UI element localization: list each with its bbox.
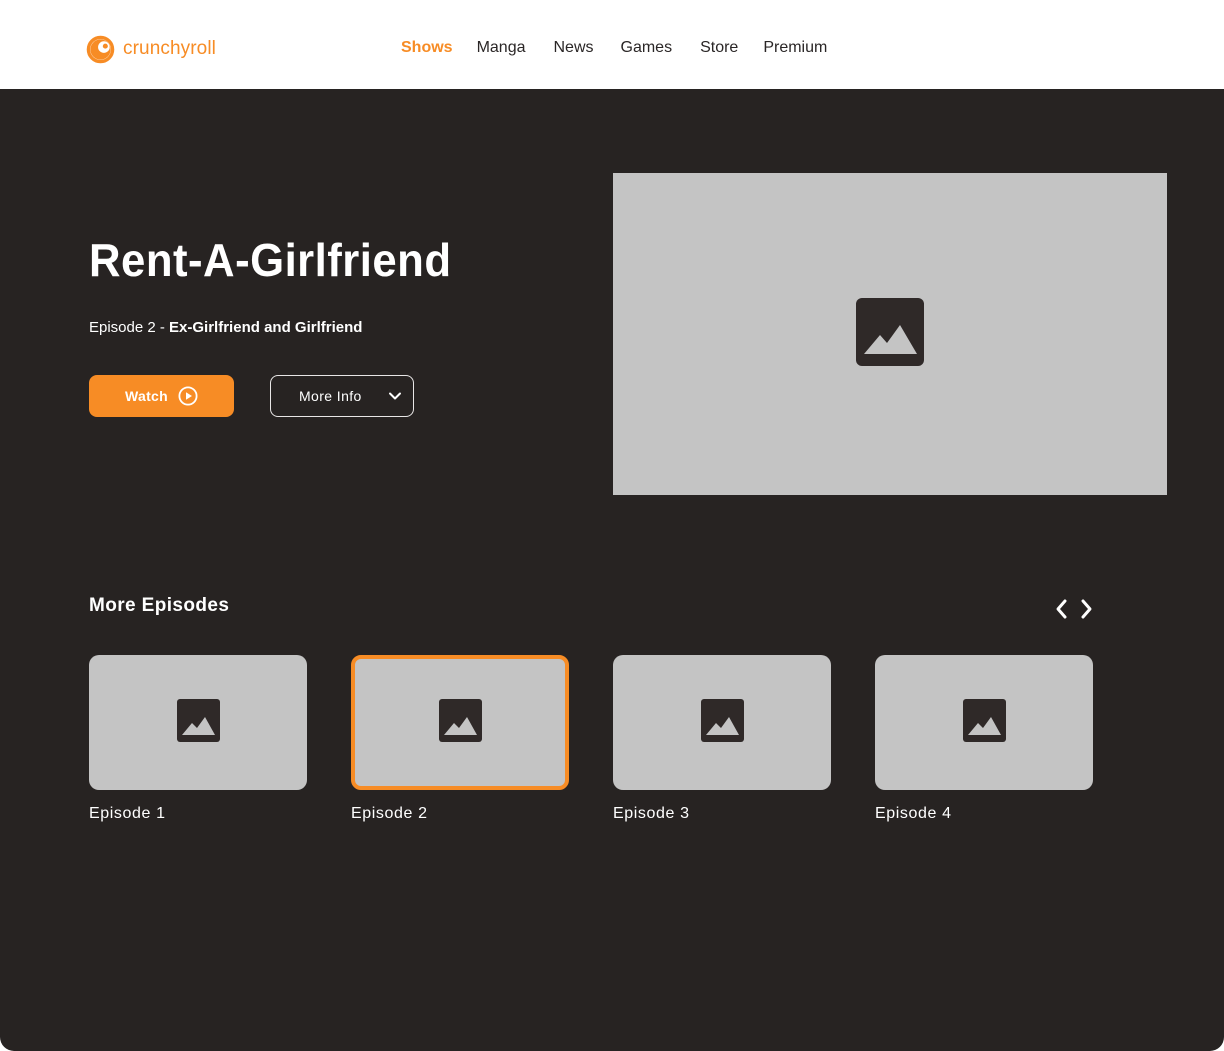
- episode-card-1[interactable]: Episode 1: [89, 655, 307, 824]
- main-nav: Shows Manga News Games Store Premium: [401, 38, 827, 58]
- nav-item-manga[interactable]: Manga: [477, 38, 526, 58]
- episode-label: Episode 3: [613, 805, 690, 822]
- episode-thumbnail[interactable]: [89, 655, 307, 790]
- episode-number: Episode 2 -: [89, 319, 170, 336]
- episodes-next-button[interactable]: [1078, 599, 1096, 623]
- more-episodes-heading: More Episodes: [89, 595, 230, 616]
- more-info-label: More Info: [299, 388, 362, 404]
- nav-item-shows[interactable]: Shows: [401, 38, 453, 58]
- episode-thumbnail[interactable]: [351, 655, 569, 790]
- crunchyroll-logo[interactable]: crunchyroll: [86, 34, 216, 64]
- current-episode-info: Episode 2 - Ex-Girlfriend and Girlfriend: [89, 318, 362, 338]
- more-info-button[interactable]: More Info: [270, 375, 414, 417]
- episodes-prev-button[interactable]: [1052, 599, 1070, 623]
- image-placeholder-icon: [438, 698, 482, 747]
- crunchyroll-logo-icon: [86, 35, 115, 64]
- play-circle-icon: [178, 386, 198, 406]
- episode-title: Ex-Girlfriend and Girlfriend: [169, 319, 363, 336]
- nav-item-games[interactable]: Games: [621, 38, 673, 58]
- image-placeholder-icon: [176, 698, 220, 747]
- app-root: crunchyroll Shows Manga News Games Store…: [0, 0, 1224, 1051]
- nav-item-news[interactable]: News: [553, 38, 593, 58]
- main-content: Rent-A-Girlfriend Episode 2 - Ex-Girlfri…: [0, 89, 1224, 1051]
- episode-card-2[interactable]: Episode 2: [351, 655, 569, 824]
- chevron-down-icon: [388, 390, 402, 402]
- episode-card-3[interactable]: Episode 3: [613, 655, 831, 824]
- episode-card-4[interactable]: Episode 4: [875, 655, 1093, 824]
- show-title: Rent-A-Girlfriend: [89, 234, 452, 286]
- logo-wordmark: crunchyroll: [123, 38, 216, 59]
- image-placeholder-icon: [962, 698, 1006, 747]
- top-navigation-bar: crunchyroll Shows Manga News Games Store…: [0, 0, 1224, 89]
- episode-thumbnail[interactable]: [875, 655, 1093, 790]
- chevron-right-icon: [1080, 598, 1094, 625]
- image-placeholder-icon: [856, 297, 924, 371]
- watch-button[interactable]: Watch: [89, 375, 234, 417]
- hero-image[interactable]: [613, 173, 1167, 495]
- nav-item-premium[interactable]: Premium: [763, 38, 827, 58]
- image-placeholder-icon: [700, 698, 744, 747]
- chevron-left-icon: [1054, 598, 1068, 625]
- episode-label: Episode 4: [875, 805, 952, 822]
- nav-item-store[interactable]: Store: [700, 38, 738, 58]
- episode-label: Episode 1: [89, 805, 166, 822]
- episode-thumbnail[interactable]: [613, 655, 831, 790]
- watch-button-label: Watch: [125, 388, 168, 404]
- episode-label: Episode 2: [351, 805, 428, 822]
